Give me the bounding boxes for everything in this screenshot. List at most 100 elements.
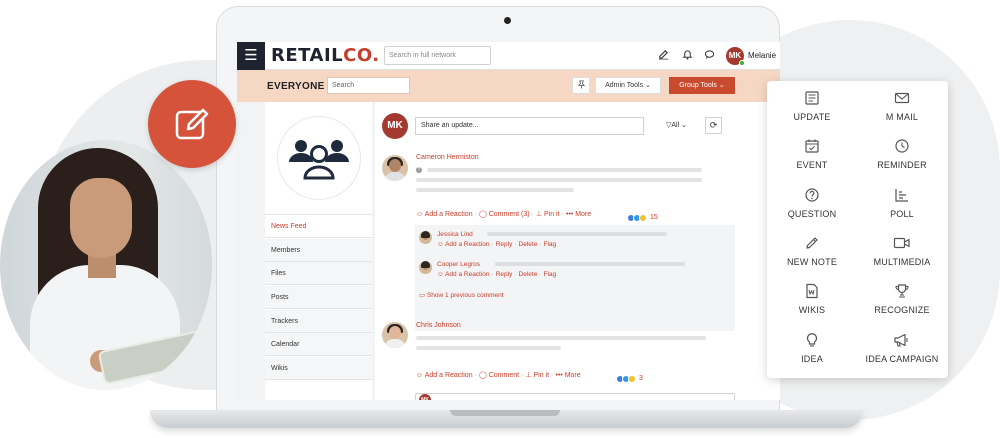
menu-item-label: IDEA CAMPAIGN <box>865 354 939 364</box>
group-title: EVERYONE <box>267 81 325 92</box>
menu-item-label: IDEA <box>801 354 823 364</box>
comment-label: Comment <box>488 372 520 379</box>
write-comment-input[interactable] <box>415 393 735 400</box>
reaction-summary[interactable]: 3 <box>616 370 643 383</box>
post-author-name[interactable]: Cameron Hermiston <box>416 154 479 161</box>
more-link[interactable]: ••• More <box>555 372 580 379</box>
menu-item-label: MULTIMEDIA <box>873 257 931 267</box>
sidebar-item-news-feed[interactable]: News Feed <box>265 215 372 238</box>
menu-item-wikis[interactable]: WIKIS <box>767 274 857 322</box>
comment-author-name[interactable]: Cooper Legros <box>437 261 480 268</box>
flag-link[interactable]: Flag <box>543 271 556 278</box>
post-author-avatar[interactable] <box>382 322 408 348</box>
chevron-down-icon: ⌄ <box>681 122 687 129</box>
reply-link[interactable]: Reply <box>496 271 513 278</box>
delete-link[interactable]: Delete <box>519 271 538 278</box>
user-avatar[interactable]: MK <box>726 47 745 66</box>
add-reaction-link[interactable]: ☺ Add a Reaction <box>416 372 473 379</box>
group-tools-button[interactable]: Group Tools ⌄ <box>669 77 735 94</box>
pin-link[interactable]: ⊥ Pin it <box>536 211 560 218</box>
more-icon: ••• <box>555 372 563 379</box>
brand-suffix: CO. <box>343 45 380 66</box>
flag-link[interactable]: Flag <box>543 241 556 248</box>
group-tools-label: Group Tools <box>679 82 717 89</box>
pencil-icon <box>806 237 818 249</box>
separator-dot: · <box>514 241 517 248</box>
comment-action-bar: ☺ Add a Reaction · Reply · Delete · Flag <box>437 271 556 278</box>
pin-link[interactable]: ⊥ Pin it <box>525 372 549 379</box>
menu-item-mail[interactable]: M MAIL <box>857 81 947 129</box>
group-avatar <box>265 102 372 215</box>
brand-logo[interactable]: RETAILCO. <box>271 45 380 66</box>
pin-group-button[interactable] <box>572 77 590 94</box>
trophy-icon <box>895 284 909 298</box>
mail-icon <box>894 92 910 104</box>
group-sidebar: News Feed Members Files Posts Trackers C… <box>265 102 372 400</box>
separator-dot: · <box>521 372 524 379</box>
sidebar-item-posts[interactable]: Posts <box>265 286 372 309</box>
post-author-name[interactable]: Chris Johnson <box>416 322 461 329</box>
menu-icon[interactable]: ☰ <box>237 42 265 70</box>
comment-icon: ◯ <box>478 372 487 379</box>
feed-filter-dropdown[interactable]: ▽All ⌄ <box>666 121 687 129</box>
comment-label: Comment (3) <box>488 211 530 218</box>
post-text-placeholder <box>416 336 706 340</box>
pin-label: Pin it <box>543 211 560 218</box>
share-update-input[interactable]: Share an update... <box>415 117 644 135</box>
menu-item-event[interactable]: EVENT <box>767 129 857 177</box>
show-previous-comment-link[interactable]: ▭ Show 1 previous comment <box>419 291 504 299</box>
chat-icon[interactable] <box>702 49 716 63</box>
reaction-summary[interactable]: 15 <box>627 209 658 222</box>
reaction-count: 3 <box>639 375 643 383</box>
user-name[interactable]: Melanie <box>748 51 776 60</box>
sidebar-item-trackers[interactable]: Trackers <box>265 310 372 333</box>
comment-link[interactable]: ◯ Comment (3) <box>479 211 530 218</box>
comment-author-avatar[interactable] <box>419 261 432 274</box>
sidebar-item-files[interactable]: Files <box>265 262 372 285</box>
post-author-avatar[interactable] <box>382 155 408 181</box>
add-reaction-link[interactable]: ☺ Add a Reaction <box>437 271 490 278</box>
menu-item-label: M MAIL <box>885 112 919 122</box>
delete-link[interactable]: Delete <box>519 241 538 248</box>
separator-dot: · <box>561 211 564 218</box>
news-feed: MK Share an update... ▽All ⌄ ⟳ Cameron H… <box>375 102 780 400</box>
menu-item-update[interactable]: UPDATE <box>767 81 857 129</box>
menu-item-idea-campaign[interactable]: IDEA CAMPAIGN <box>857 323 947 371</box>
menu-item-label: WIKIS <box>798 305 826 315</box>
sidebar-item-label: Calendar <box>271 341 300 348</box>
sidebar-item-wikis[interactable]: Wikis <box>265 357 372 380</box>
more-icon: ••• <box>565 211 574 218</box>
network-search-input[interactable]: Search in full network <box>384 46 491 65</box>
bell-icon[interactable] <box>680 49 694 63</box>
post-text-placeholder <box>416 178 702 182</box>
comment-author-avatar[interactable] <box>419 231 432 244</box>
menu-item-recognize[interactable]: RECOGNIZE <box>857 274 947 322</box>
refresh-button[interactable]: ⟳ <box>705 117 722 134</box>
reply-link[interactable]: Reply <box>496 241 513 248</box>
group-search-input[interactable]: Search <box>327 77 410 94</box>
menu-item-idea[interactable]: IDEA <box>767 323 857 371</box>
menu-item-poll[interactable]: POLL <box>857 178 947 226</box>
menu-item-multimedia[interactable]: MULTIMEDIA <box>857 226 947 274</box>
smiley-icon: ☺ <box>416 211 424 218</box>
compose-icon[interactable] <box>656 49 670 63</box>
add-reaction-link[interactable]: ☺ Add a Reaction <box>416 211 473 218</box>
admin-tools-button[interactable]: Admin Tools ⌄ <box>595 77 661 94</box>
add-reaction-link[interactable]: ☺ Add a Reaction <box>437 241 490 248</box>
woman-with-tablet-photo <box>0 140 212 390</box>
menu-item-reminder[interactable]: REMINDER <box>857 129 947 177</box>
app-header: ☰ RETAILCO. Search in full network MK Me… <box>237 42 780 70</box>
comment-action-bar: ☺ Add a Reaction · Reply · Delete · Flag <box>437 241 556 248</box>
comment-author-name[interactable]: Jessica Lind <box>437 231 473 238</box>
comment-icon: ▭ <box>419 292 426 299</box>
menu-item-new-note[interactable]: NEW NOTE <box>767 226 857 274</box>
edit-action-badge[interactable] <box>148 80 236 168</box>
comment-link[interactable]: ◯ Comment <box>479 372 519 379</box>
more-link[interactable]: ••• More <box>566 211 591 218</box>
sidebar-item-members[interactable]: Members <box>265 239 372 262</box>
pin-icon: ⊥ <box>535 211 543 218</box>
smile-reaction-icon <box>639 213 647 222</box>
comment-composer-initials: MK <box>421 397 429 400</box>
sidebar-item-calendar[interactable]: Calendar <box>265 333 372 356</box>
menu-item-question[interactable]: QUESTION <box>767 178 857 226</box>
